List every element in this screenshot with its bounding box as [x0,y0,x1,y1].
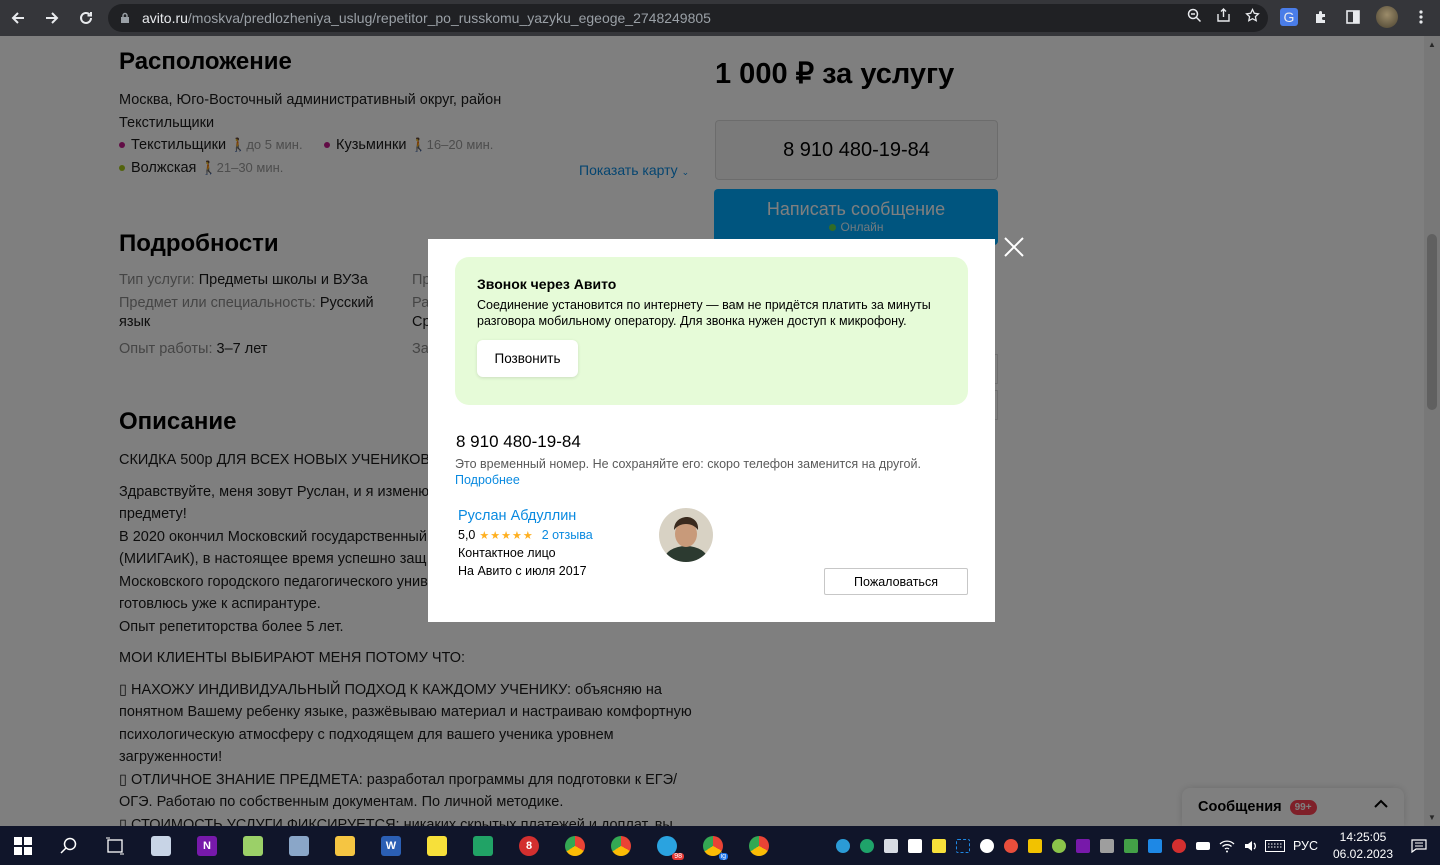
bookmark-star-icon[interactable] [1245,7,1260,27]
search-icon[interactable] [46,826,92,865]
address-bar[interactable]: avito.ru/moskva/predlozheniya_uslug/repe… [108,4,1268,32]
report-button[interactable]: Пожаловаться [824,568,968,595]
word-icon[interactable]: W [368,826,414,865]
file-explorer-icon[interactable] [322,826,368,865]
side-panel-icon[interactable] [1344,8,1362,26]
notepad-icon[interactable] [138,826,184,865]
keyboard-icon[interactable] [1263,826,1287,865]
cloud-icon[interactable] [1047,826,1071,865]
language-indicator[interactable]: РУС [1293,839,1318,853]
skype-icon[interactable] [975,826,999,865]
app-tray-icon[interactable] [999,826,1023,865]
windows-start-icon[interactable] [0,826,46,865]
sheets-icon[interactable] [460,826,506,865]
browser-toolbar: avito.ru/moskva/predlozheniya_uslug/repe… [0,0,1440,36]
phone-modal: Звонок через Авито Соединение установитс… [428,239,995,622]
temporary-number-note: Это временный номер. Не сохраняйте его: … [455,457,921,471]
triangle-icon[interactable] [1119,826,1143,865]
profile-avatar[interactable] [1376,6,1398,28]
reviews-link[interactable]: 2 отзыва [542,528,593,542]
onenote-icon[interactable]: N [184,826,230,865]
battery-icon[interactable] [1191,826,1215,865]
clock[interactable]: 14:25:05 06.02.2023 [1328,829,1398,863]
close-icon[interactable] [1002,236,1026,260]
menu-kebab-icon[interactable] [1412,8,1430,26]
snip-icon[interactable] [951,826,975,865]
excel-tray-icon[interactable] [1143,826,1167,865]
notepadpp-icon[interactable] [230,826,276,865]
translate-extension-icon[interactable]: G [1280,8,1298,26]
edge-icon[interactable] [831,826,855,865]
chrome-icon[interactable] [736,826,782,865]
seller-name-link[interactable]: Руслан Абдуллин [458,508,576,524]
wifi-icon[interactable] [1215,826,1239,865]
more-link[interactable]: Подробнее [455,473,520,487]
telegram-icon[interactable]: 98 [644,826,690,865]
seller-avatar[interactable] [659,508,713,562]
chrome-badge: ig [718,853,728,860]
task-view-icon[interactable] [92,826,138,865]
sticky-icon[interactable] [927,826,951,865]
chrome-icon[interactable]: ig [690,826,736,865]
telegram-badge: 98 [672,853,684,860]
rating-value: 5,0 [458,528,476,542]
windows-taskbar: N W 8 98 ig РУС 14:25:05 06.02.2023 [0,826,1440,865]
app-red-icon[interactable]: 8 [506,826,552,865]
phone-number: 8 910 480-19-84 [456,432,581,451]
back-icon[interactable] [2,2,34,34]
notification-center-icon[interactable] [1398,838,1440,853]
security-icon[interactable] [855,826,879,865]
sticky-notes-icon[interactable] [414,826,460,865]
check-icon[interactable] [1023,826,1047,865]
rating-stars-icon: ★★★★★ [479,529,534,542]
chrome-icon[interactable] [552,826,598,865]
lock-icon [120,12,132,24]
system-tray: РУС 14:25:05 06.02.2023 [831,826,1440,865]
url-path: /moskva/predlozheniya_uslug/repetitor_po… [187,10,711,26]
app-icon[interactable] [276,826,322,865]
share-icon[interactable] [1216,8,1231,27]
member-since: На Авито с июля 2017 [458,564,587,578]
chrome-icon[interactable] [598,826,644,865]
file-icon[interactable] [903,826,927,865]
avito-call-title: Звонок через Авито [477,276,617,292]
onenote-tray-icon[interactable] [1071,826,1095,865]
monitor-icon[interactable] [879,826,903,865]
tool-icon[interactable] [1095,826,1119,865]
reload-icon[interactable] [70,2,102,34]
volume-icon[interactable] [1239,826,1263,865]
clock-date: 06.02.2023 [1332,846,1394,861]
clock-time: 14:25:05 [1339,829,1387,844]
contact-role: Контактное лицо [458,546,556,560]
zoom-icon[interactable] [1187,8,1202,27]
forward-icon[interactable] [36,2,68,34]
app-red-tray-icon[interactable] [1167,826,1191,865]
avito-call-card: Звонок через Авито Соединение установитс… [455,257,968,405]
call-button[interactable]: Позвонить [477,340,578,377]
seller-rating: 5,0 ★★★★★ 2 отзыва [458,528,593,542]
avito-call-description: Соединение установится по интернету — ва… [477,298,931,328]
extensions-puzzle-icon[interactable] [1312,8,1330,26]
url-host: avito.ru [142,10,188,26]
